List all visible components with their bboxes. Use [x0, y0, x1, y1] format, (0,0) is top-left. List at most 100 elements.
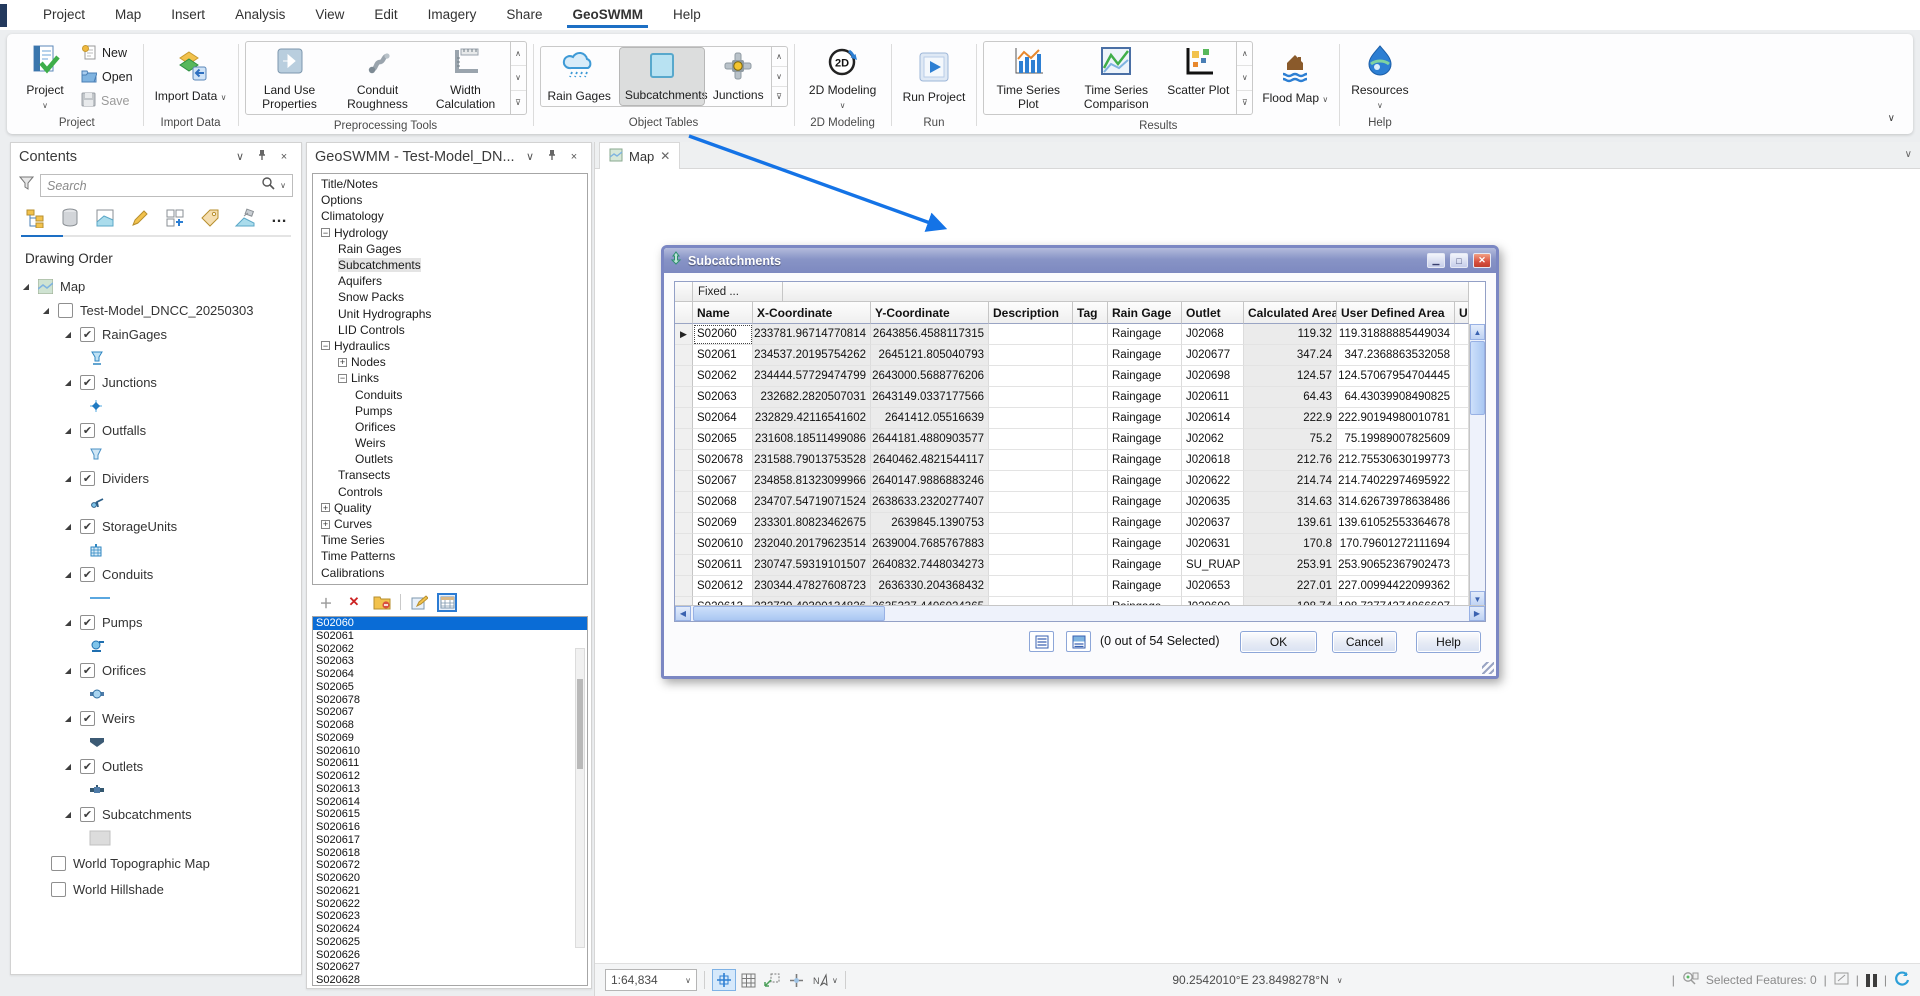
save-button[interactable]: Save [77, 91, 137, 111]
cell[interactable]: 233781.96714770814 [753, 324, 871, 345]
cell[interactable]: 124.57 [1244, 366, 1337, 387]
cell[interactable]: 232682.2820507031 [753, 387, 871, 408]
tree-item-outlets[interactable]: ◢✔Outlets [21, 754, 301, 778]
geo-tree-lid-controls[interactable]: LID Controls [313, 322, 587, 338]
cell[interactable] [989, 366, 1073, 387]
cell[interactable] [1455, 366, 1469, 387]
cell[interactable]: Raingage [1108, 534, 1182, 555]
list-item[interactable]: S020617 [313, 834, 587, 847]
cell[interactable]: 2643856.4588117315 [871, 324, 989, 345]
cell[interactable] [989, 345, 1073, 366]
cell[interactable]: 119.31888885449034 [1337, 324, 1455, 345]
tree-item-weirs[interactable]: ◢✔Weirs [21, 706, 301, 730]
expand-icon[interactable]: ◢ [63, 570, 73, 579]
grid-icon[interactable] [736, 969, 760, 991]
table-row[interactable]: ▶S02060233781.967147708142643856.4588117… [675, 324, 1469, 345]
column-header-tag[interactable]: Tag [1073, 302, 1108, 324]
dialog-title-bar[interactable]: Subcatchments ▁ □ ✕ [664, 248, 1496, 273]
list-by-editing-icon[interactable] [128, 207, 151, 229]
geo-tree-climatology[interactable]: Climatology [313, 208, 587, 224]
cell[interactable]: Raingage [1108, 576, 1182, 597]
cell[interactable] [1073, 366, 1108, 387]
tree-item-map[interactable]: ◢Map [21, 274, 301, 298]
cell[interactable] [1455, 387, 1469, 408]
geo-tree-rain-gages[interactable]: Rain Gages [313, 241, 587, 257]
show-all-rows-icon[interactable] [1029, 631, 1054, 652]
menu-edit[interactable]: Edit [359, 0, 412, 30]
column-header-description[interactable]: Description [989, 302, 1073, 324]
chevron-down-icon[interactable]: ∨ [280, 181, 286, 190]
visibility-checkbox[interactable]: ✔ [80, 471, 95, 486]
expand-icon[interactable]: ◢ [63, 666, 73, 675]
expand-icon[interactable]: ◢ [41, 306, 51, 315]
maximize-icon[interactable]: □ [1450, 253, 1468, 268]
list-item[interactable]: S020611 [313, 757, 587, 770]
visibility-checkbox[interactable]: ✔ [80, 807, 95, 822]
tree-item-storageunits[interactable]: ◢✔StorageUnits [21, 514, 301, 538]
geo-tree-unit-hydrographs[interactable]: Unit Hydrographs [313, 306, 587, 322]
column-header-y-coordinate[interactable]: Y-Coordinate [871, 302, 989, 324]
list-item[interactable]: S020622 [313, 898, 587, 911]
scroll-right-icon[interactable]: ▶ [1469, 606, 1485, 621]
cell[interactable] [1073, 324, 1108, 345]
cell[interactable]: Raingage [1108, 555, 1182, 576]
list-item[interactable]: S02061 [313, 630, 587, 643]
cell[interactable]: Raingage [1108, 408, 1182, 429]
list-item[interactable]: S02060 [313, 617, 587, 630]
list-item[interactable]: S02063 [313, 655, 587, 668]
scatter-plot-button[interactable]: Scatter Plot [1162, 43, 1234, 113]
cell[interactable]: J020637 [1182, 513, 1244, 534]
visibility-checkbox[interactable] [51, 856, 66, 871]
cell[interactable]: S020611 [693, 555, 753, 576]
chevron-down-icon[interactable]: ∨ [521, 150, 539, 163]
menu-map[interactable]: Map [100, 0, 156, 30]
cell[interactable]: S02069 [693, 513, 753, 534]
cell[interactable]: J02062 [1182, 429, 1244, 450]
cell[interactable]: J020611 [1182, 387, 1244, 408]
edit-object-icon[interactable] [409, 593, 429, 612]
cell[interactable]: S02060 [693, 324, 753, 345]
table-row[interactable]: S02062234444.577294747992643000.56887762… [675, 366, 1469, 387]
list-item[interactable]: S020623 [313, 910, 587, 923]
show-table-icon[interactable] [437, 593, 457, 612]
expand-icon[interactable]: ◢ [21, 282, 31, 291]
list-by-drawing-order-icon[interactable] [23, 207, 46, 229]
table-row[interactable]: S02064232829.421165416022641412.05516639… [675, 408, 1469, 429]
project-button[interactable]: Project∨ [17, 41, 73, 113]
cell[interactable] [989, 513, 1073, 534]
help-button[interactable]: Help [1416, 631, 1481, 653]
expand-icon[interactable]: ◢ [63, 618, 73, 627]
cell[interactable]: 230344.47827608723 [753, 576, 871, 597]
row-selector[interactable] [675, 429, 693, 450]
cell[interactable]: 75.19989007825609 [1337, 429, 1455, 450]
list-item[interactable]: S020612 [313, 770, 587, 783]
cell[interactable] [1073, 576, 1108, 597]
column-header-u[interactable]: U [1455, 302, 1469, 324]
cell[interactable]: 170.79601272111694 [1337, 534, 1455, 555]
cell[interactable] [1455, 492, 1469, 513]
table-row[interactable]: S020610232040.201796235142639004.7685767… [675, 534, 1469, 555]
column-header-name[interactable]: Name [693, 302, 753, 324]
row-selector[interactable] [675, 513, 693, 534]
resize-grip[interactable] [1482, 662, 1494, 674]
expand-icon[interactable]: ◢ [63, 330, 73, 339]
column-header-rain-gage[interactable]: Rain Gage [1108, 302, 1182, 324]
cell[interactable]: 170.8 [1244, 534, 1337, 555]
list-item[interactable]: S020621 [313, 885, 587, 898]
column-header-outlet[interactable]: Outlet [1182, 302, 1244, 324]
row-selector[interactable] [675, 408, 693, 429]
list-item[interactable]: S020614 [313, 796, 587, 809]
visibility-checkbox[interactable]: ✔ [80, 663, 95, 678]
cell[interactable]: 231588.79013753528 [753, 450, 871, 471]
menu-insert[interactable]: Insert [156, 0, 220, 30]
horizontal-scrollbar[interactable]: ◀ ▶ [675, 605, 1485, 621]
tab-overflow-icon[interactable]: ∨ [1905, 149, 1912, 160]
collapse-icon[interactable]: − [321, 228, 330, 237]
table-row[interactable]: S02065231608.185114990862644181.48809035… [675, 429, 1469, 450]
cell[interactable]: S020678 [693, 450, 753, 471]
scroll-up-icon[interactable]: ▲ [1470, 324, 1485, 340]
pin-icon[interactable] [253, 149, 271, 164]
list-item[interactable]: S020625 [313, 936, 587, 949]
menu-analysis[interactable]: Analysis [220, 0, 300, 30]
geo-tree-weirs[interactable]: Weirs [313, 435, 587, 451]
